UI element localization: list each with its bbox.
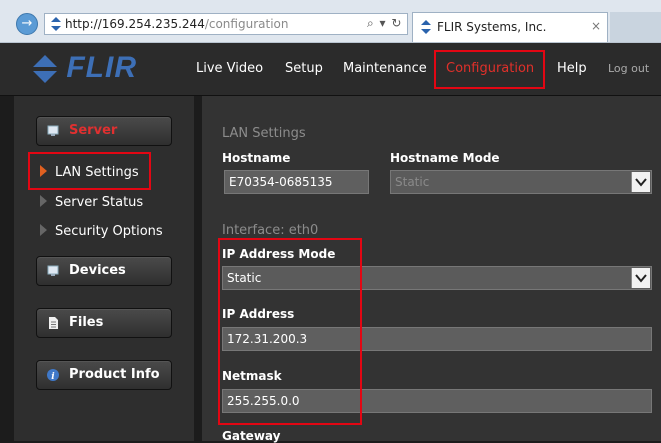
browser-chrome: → http://169.254.235.244/configuration ⌕… [0, 0, 661, 43]
hostname-field[interactable]: E70354-0685135 [224, 170, 369, 194]
nav-maintenance[interactable]: Maintenance [343, 43, 427, 95]
hostname-mode-select[interactable]: Static [390, 170, 652, 194]
ip-settings-highlight-box [218, 238, 362, 425]
tab-strip-filler [610, 12, 661, 42]
sidebar-item-security-options[interactable]: Security Options [40, 224, 163, 239]
sidebar-item-server-status[interactable]: Server Status [40, 195, 143, 210]
nav-setup[interactable]: Setup [285, 43, 323, 95]
nav-live-video[interactable]: Live Video [196, 43, 263, 95]
hostname-label: Hostname [222, 151, 291, 165]
server-icon [47, 125, 59, 136]
product-info-label: Product Info [69, 367, 160, 382]
svg-text:i: i [51, 372, 55, 381]
hostname-mode-value: Static [395, 175, 430, 189]
hostname-mode-label: Hostname Mode [390, 151, 500, 165]
main-panel: LAN Settings Hostname E70354-0685135 Hos… [202, 96, 661, 443]
browser-tab[interactable]: FLIR Systems, Inc. × [412, 12, 608, 42]
lan-settings-heading: LAN Settings [222, 126, 306, 141]
tab-favicon-icon [421, 20, 431, 34]
flir-logo[interactable]: FLIR [33, 51, 137, 85]
app-header: FLIR Live Video Setup Maintenance Config… [0, 43, 661, 96]
address-bar[interactable]: http://169.254.235.244/configuration ⌕ ▾… [44, 13, 408, 35]
configuration-highlight-box [434, 50, 545, 89]
server-label: Server [69, 123, 118, 138]
devices-icon [47, 265, 59, 276]
chevron-down-icon[interactable] [631, 172, 650, 192]
files-label: Files [69, 315, 104, 330]
server-button[interactable]: Server [36, 116, 172, 146]
site-favicon-icon [51, 17, 61, 31]
url-text: http://169.254.235.244/configuration [65, 17, 288, 31]
arrow-icon [40, 195, 47, 207]
tab-title: FLIR Systems, Inc. [437, 20, 547, 34]
sidebar-item-label: Server Status [55, 195, 144, 210]
search-refresh-icons[interactable]: ⌕ ▾ ↻ [367, 16, 402, 31]
url-host: http://169.254.235.244 [65, 17, 205, 31]
files-button[interactable]: Files [36, 308, 172, 338]
sidebar: Server LAN Settings Server Status Securi… [14, 96, 194, 441]
logout-link[interactable]: Log out [608, 43, 649, 95]
product-info-button[interactable]: i Product Info [36, 360, 172, 390]
info-icon: i [47, 369, 59, 381]
file-icon [49, 317, 58, 329]
lan-settings-highlight-box [28, 152, 151, 190]
tab-close-icon[interactable]: × [591, 19, 601, 33]
back-arrow-icon[interactable]: → [16, 13, 38, 35]
arrow-icon [40, 224, 47, 236]
sidebar-item-label: Security Options [55, 224, 163, 239]
devices-button[interactable]: Devices [36, 256, 172, 286]
chevron-down-icon[interactable] [631, 268, 650, 288]
nav-help[interactable]: Help [557, 43, 587, 95]
logo-text: FLIR [66, 51, 137, 84]
interface-heading: Interface: eth0 [222, 223, 319, 238]
devices-label: Devices [69, 263, 126, 278]
url-path: /configuration [204, 17, 289, 31]
